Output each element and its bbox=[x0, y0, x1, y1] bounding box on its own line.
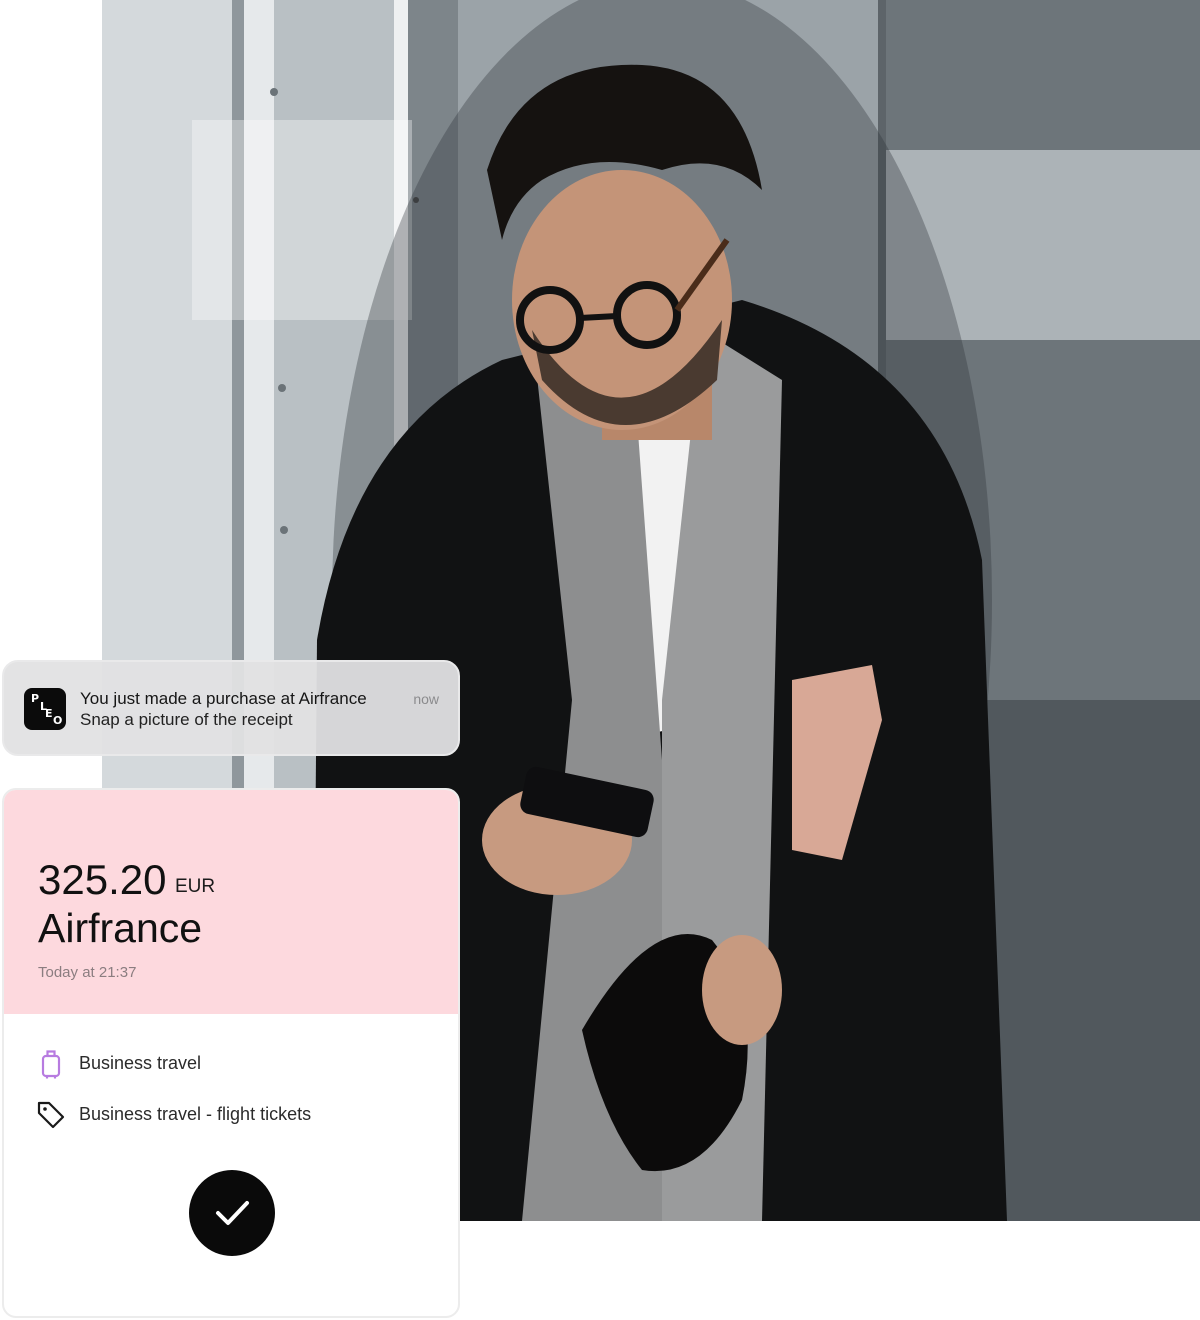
tag-icon bbox=[34, 1097, 68, 1131]
pleo-logo-icon: P L E O bbox=[24, 688, 66, 730]
purchase-notification[interactable]: P L E O You just made a purchase at Airf… bbox=[2, 660, 460, 756]
tag-label: Business travel - flight tickets bbox=[79, 1104, 312, 1124]
logo-letter: O bbox=[53, 714, 63, 727]
category-label: Business travel bbox=[79, 1053, 202, 1073]
page: P L E O You just made a purchase at Airf… bbox=[0, 0, 1200, 1320]
logo-letter: P bbox=[31, 692, 40, 705]
expense-header: 325.20 EUR Airfrance Today at 21:37 bbox=[4, 790, 458, 1014]
checkmark-icon bbox=[216, 1201, 249, 1225]
notification-subtitle: Snap a picture of the receipt bbox=[80, 710, 293, 729]
expense-card: 325.20 EUR Airfrance Today at 21:37 Busi… bbox=[2, 788, 460, 1318]
logo-letter: E bbox=[45, 707, 53, 720]
expense-currency: EUR bbox=[175, 876, 216, 897]
suitcase-icon bbox=[34, 1046, 68, 1080]
expense-date: Today at 21:37 bbox=[38, 964, 137, 981]
notification-time: now bbox=[413, 691, 439, 707]
expense-amount: 325.20 bbox=[38, 856, 167, 903]
notification-title: You just made a purchase at Airfrance bbox=[80, 689, 367, 708]
expense-merchant: Airfrance bbox=[38, 905, 203, 951]
confirm-button[interactable] bbox=[189, 1170, 275, 1256]
category-row[interactable]: Business travel bbox=[34, 1046, 434, 1080]
tag-row[interactable]: Business travel - flight tickets bbox=[34, 1097, 434, 1131]
